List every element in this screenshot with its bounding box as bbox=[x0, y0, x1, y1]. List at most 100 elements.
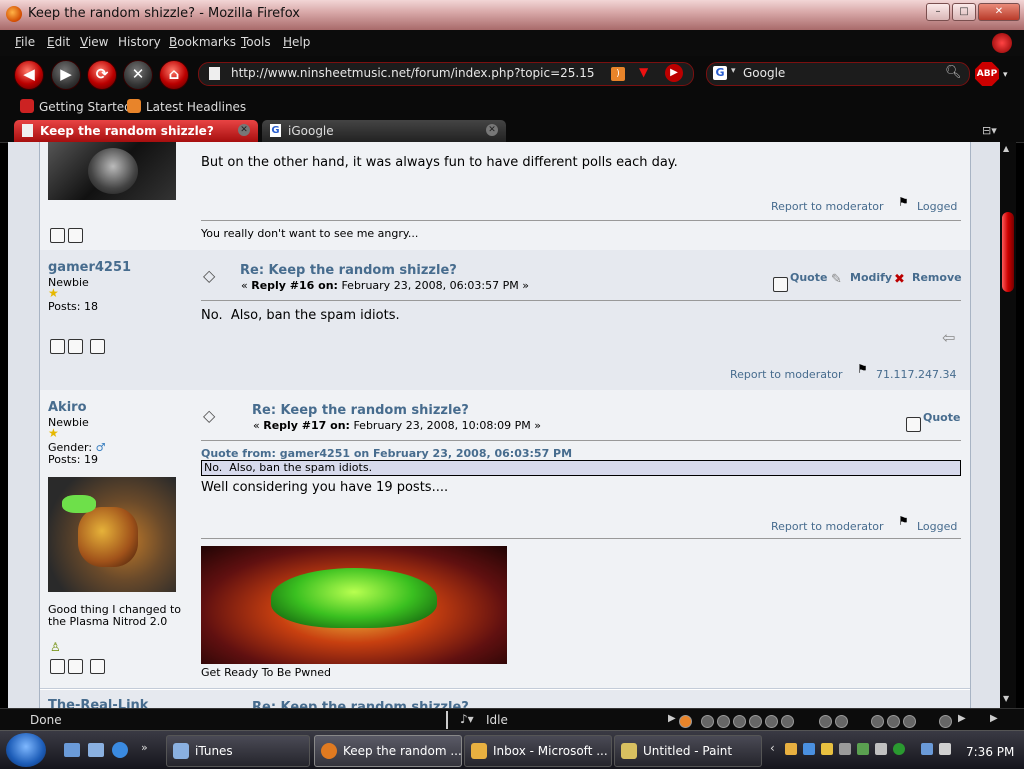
scroll-right-icon[interactable]: ▶ bbox=[958, 713, 966, 724]
reload-button[interactable]: ⟳ bbox=[87, 60, 117, 90]
quote-button[interactable]: Quote bbox=[923, 411, 960, 424]
media-repeat-icon[interactable] bbox=[835, 715, 848, 728]
tray-network-icon[interactable] bbox=[803, 743, 815, 755]
report-to-moderator-link[interactable]: Report to moderator bbox=[771, 520, 884, 533]
close-tab-icon[interactable]: ✕ bbox=[486, 124, 498, 136]
email-icon[interactable] bbox=[68, 336, 83, 355]
taskbar-item-itunes[interactable]: iTunes bbox=[166, 735, 310, 767]
taskbar-item-paint[interactable]: Untitled - Paint bbox=[614, 735, 762, 767]
poster-name-link[interactable]: Akiro bbox=[48, 400, 87, 415]
poster-ip-link[interactable]: 71.117.247.34 bbox=[876, 368, 956, 381]
list-all-tabs-icon[interactable]: ⊟▾ bbox=[982, 124, 997, 137]
system-clock[interactable]: 7:36 PM bbox=[966, 745, 1014, 759]
close-button[interactable]: ✕ bbox=[978, 3, 1020, 21]
address-bar[interactable]: http://www.ninsheetmusic.net/forum/index… bbox=[198, 62, 694, 86]
scroll-up-icon[interactable]: ▲ bbox=[1003, 144, 1009, 153]
menu-bookmarks[interactable]: Bookmarks bbox=[169, 35, 236, 49]
email-icon[interactable] bbox=[68, 656, 83, 675]
rss-feed-icon[interactable]: ) bbox=[611, 67, 625, 81]
internet-explorer-icon[interactable] bbox=[112, 742, 128, 758]
tab-igoogle[interactable]: G iGoogle ✕ bbox=[262, 120, 506, 142]
adblock-dropdown-icon[interactable]: ▾ bbox=[1003, 70, 1008, 80]
close-tab-icon[interactable]: ✕ bbox=[238, 124, 250, 136]
report-to-moderator-link[interactable]: Report to moderator bbox=[771, 200, 884, 213]
search-icon[interactable]: 🔍︎ bbox=[945, 65, 962, 80]
personal-message-icon[interactable] bbox=[90, 656, 105, 675]
media-play-icon[interactable] bbox=[733, 715, 746, 728]
poster-name-link[interactable]: gamer4251 bbox=[48, 260, 131, 275]
volume-icon[interactable] bbox=[939, 715, 952, 728]
google-engine-icon[interactable]: G bbox=[713, 66, 727, 80]
home-button[interactable]: ⌂ bbox=[159, 60, 189, 90]
stop-icon: ✕ bbox=[131, 65, 145, 83]
bookmark-getting-started[interactable]: Getting Started bbox=[20, 99, 132, 114]
split-topic-icon[interactable]: ⇦ bbox=[942, 328, 955, 347]
scroll-down-icon[interactable]: ▼ bbox=[1003, 694, 1009, 703]
url-dropdown-icon[interactable]: ▼ bbox=[639, 65, 648, 79]
tray-mail-icon[interactable] bbox=[839, 743, 851, 755]
tab-keep-the-random-shizzle[interactable]: Keep the random shizzle? ✕ bbox=[14, 120, 258, 142]
back-button[interactable]: ◀ bbox=[14, 60, 44, 90]
maximize-button[interactable]: □ bbox=[952, 3, 976, 21]
quote-icon[interactable] bbox=[906, 414, 921, 433]
personal-message-icon[interactable] bbox=[90, 336, 105, 355]
tray-messenger-icon[interactable] bbox=[785, 743, 797, 755]
modify-button[interactable]: Modify bbox=[850, 271, 892, 284]
media-shuffle-icon[interactable] bbox=[819, 715, 832, 728]
media-up-icon[interactable] bbox=[887, 715, 900, 728]
bookmark-latest-headlines[interactable]: Latest Headlines bbox=[127, 99, 246, 114]
view-profile-icon[interactable] bbox=[50, 336, 65, 355]
media-stop-icon[interactable] bbox=[765, 715, 778, 728]
start-button[interactable] bbox=[6, 733, 46, 767]
poster-name-link[interactable]: The-Real-Link bbox=[48, 698, 148, 708]
switch-windows-icon[interactable] bbox=[88, 743, 104, 757]
taskbar-item-outlook[interactable]: Inbox - Microsoft ... bbox=[464, 735, 612, 767]
minimize-button[interactable]: – bbox=[926, 3, 950, 21]
tray-volume-icon[interactable] bbox=[939, 743, 951, 755]
media-previous-icon[interactable] bbox=[717, 715, 730, 728]
remove-button[interactable]: Remove bbox=[912, 271, 962, 284]
media-pause-icon[interactable] bbox=[749, 715, 762, 728]
go-button[interactable]: ▶ bbox=[665, 64, 683, 82]
forward-button[interactable]: ▶ bbox=[51, 60, 81, 90]
media-player-icon[interactable]: ♪▾ bbox=[460, 712, 474, 726]
quote-icon[interactable] bbox=[773, 274, 788, 293]
media-eject-icon[interactable] bbox=[871, 715, 884, 728]
menu-file[interactable]: File bbox=[15, 35, 35, 49]
media-next-icon[interactable] bbox=[781, 715, 794, 728]
quicklaunch-more-icon[interactable]: » bbox=[141, 741, 148, 754]
remove-icon[interactable]: ✖ bbox=[894, 272, 905, 287]
scrollbar-thumb[interactable] bbox=[1002, 212, 1014, 292]
logged-label: Logged bbox=[917, 520, 958, 533]
tray-device-icon[interactable] bbox=[875, 743, 887, 755]
tray-security-icon[interactable] bbox=[857, 743, 869, 755]
show-desktop-icon[interactable] bbox=[64, 743, 80, 757]
tray-display-icon[interactable] bbox=[921, 743, 933, 755]
post-subject-link[interactable]: Re: Keep the random shizzle? bbox=[252, 700, 469, 708]
menu-view[interactable]: View bbox=[80, 35, 108, 49]
tray-expand-icon[interactable]: ‹ bbox=[770, 741, 775, 755]
modify-icon[interactable]: ✎ bbox=[831, 272, 842, 287]
tray-update-icon[interactable] bbox=[821, 743, 833, 755]
quote-button[interactable]: Quote bbox=[790, 271, 827, 284]
status-expand-icon[interactable]: ▶ bbox=[990, 713, 998, 724]
menu-tools[interactable]: Tools bbox=[241, 35, 271, 49]
player-expand-icon[interactable]: ▶ bbox=[668, 713, 676, 724]
menu-history[interactable]: History bbox=[118, 35, 161, 49]
personal-message-icon[interactable] bbox=[68, 225, 83, 244]
menu-help[interactable]: Help bbox=[283, 35, 310, 49]
search-box[interactable]: G ▾ Google 🔍︎ bbox=[706, 62, 970, 86]
menu-edit[interactable]: Edit bbox=[47, 35, 70, 49]
post-subject-link[interactable]: Re: Keep the random shizzle? bbox=[252, 403, 469, 418]
view-profile-icon[interactable] bbox=[50, 656, 65, 675]
view-profile-icon[interactable] bbox=[50, 225, 65, 244]
report-to-moderator-link[interactable]: Report to moderator bbox=[730, 368, 843, 381]
taskbar-item-firefox[interactable]: Keep the random ... bbox=[314, 735, 462, 767]
tray-status-icon[interactable] bbox=[893, 743, 905, 755]
post-subject-link[interactable]: Re: Keep the random shizzle? bbox=[240, 263, 457, 278]
media-control-icon[interactable] bbox=[701, 715, 714, 728]
stop-button[interactable]: ✕ bbox=[123, 60, 153, 90]
media-down-icon[interactable] bbox=[903, 715, 916, 728]
media-record-icon[interactable] bbox=[679, 715, 692, 728]
engine-dropdown-icon[interactable]: ▾ bbox=[731, 66, 736, 76]
